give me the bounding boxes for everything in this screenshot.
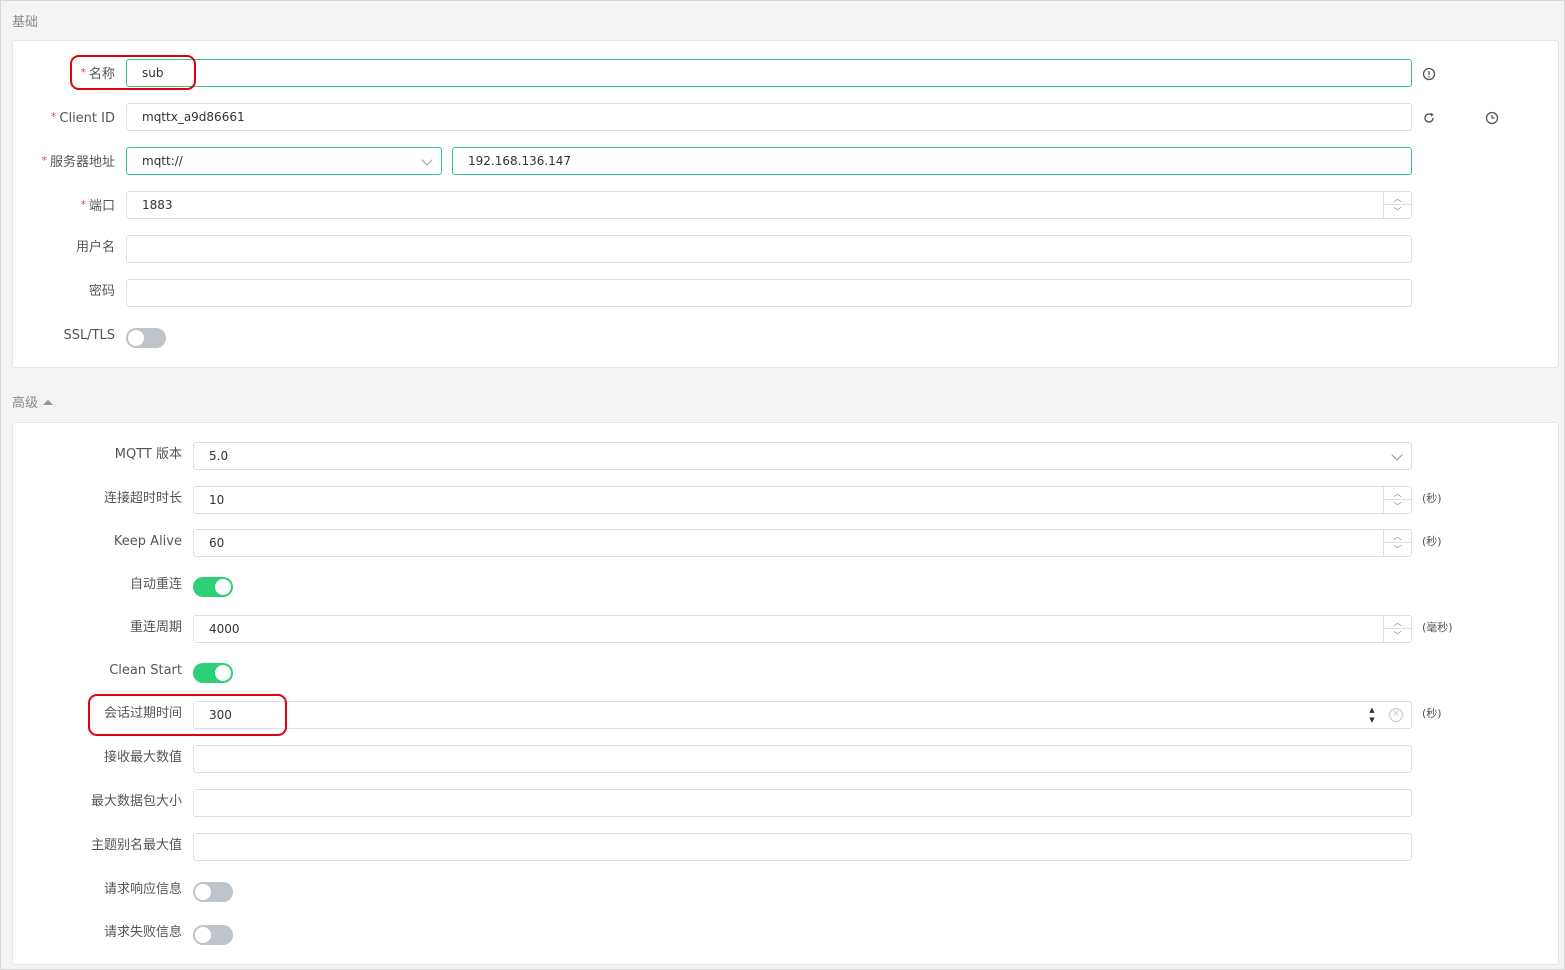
session-expiry-stepper[interactable]: ▲ ▼ [1367, 705, 1377, 727]
port-stepper[interactable]: ︿ ﹀ [1383, 192, 1411, 218]
request-problem-info-toggle[interactable] [193, 925, 233, 945]
password-label: 密码 [88, 284, 115, 299]
connect-timeout-stepper[interactable]: ︿ ﹀ [1383, 487, 1411, 513]
topic-alias-max-input[interactable] [193, 833, 1412, 861]
mqtt-version-label: MQTT 版本 [114, 447, 182, 462]
keep-alive-label: Keep Alive [113, 534, 182, 549]
auto-reconnect-toggle[interactable] [193, 577, 233, 597]
connection-settings-panel: 基础 * 名称 sub * Client ID mqttx_a9d86661 * 服务… [0, 0, 1565, 970]
request-response-info-toggle[interactable] [193, 882, 233, 902]
section-advanced-title[interactable]: 高级 [12, 392, 54, 411]
stepper-down-icon[interactable]: ﹀ [1384, 543, 1411, 556]
max-packet-size-label: 最大数据包大小 [90, 794, 182, 809]
reconnect-period-label: 重连周期 [129, 620, 182, 635]
clock-icon[interactable] [1485, 110, 1499, 129]
ssl-toggle[interactable] [126, 328, 166, 348]
stepper-down-icon[interactable]: ﹀ [1384, 629, 1411, 642]
highlight-name [70, 55, 196, 90]
section-basic-title: 基础 [12, 15, 39, 30]
clear-icon[interactable]: × [1389, 708, 1403, 722]
keep-alive-unit: (秒) [1422, 535, 1442, 548]
stepper-up-icon[interactable]: ︿ [1384, 487, 1411, 500]
name-input[interactable]: sub [126, 59, 1412, 87]
receive-maximum-input[interactable] [193, 745, 1412, 773]
keep-alive-stepper[interactable]: ︿ ﹀ [1383, 530, 1411, 556]
session-expiry-unit: (秒) [1422, 707, 1442, 720]
port-input[interactable]: 1883 ︿ ﹀ [126, 191, 1412, 219]
mqtt-version-select[interactable]: 5.0 [193, 442, 1412, 470]
stepper-up-icon[interactable]: ︿ [1384, 616, 1411, 629]
topic-alias-max-label: 主题别名最大值 [90, 838, 182, 853]
refresh-icon[interactable] [1422, 110, 1436, 129]
caret-up-icon [43, 399, 54, 405]
stepper-up-icon[interactable]: ︿ [1384, 530, 1411, 543]
keep-alive-input[interactable]: 60 ︿ ﹀ [193, 529, 1412, 557]
chevron-down-icon [1391, 449, 1403, 461]
protocol-select[interactable]: mqtt:// [126, 147, 442, 175]
stepper-up-icon[interactable]: ︿ [1384, 192, 1411, 205]
connect-timeout-label: 连接超时时长 [103, 491, 182, 506]
chevron-down-icon [421, 154, 433, 166]
host-input[interactable]: 192.168.136.147 [452, 147, 1412, 175]
connect-timeout-unit: (秒) [1422, 492, 1442, 505]
auto-reconnect-label: 自动重连 [129, 577, 182, 592]
stepper-down-icon[interactable]: ﹀ [1384, 205, 1411, 218]
client-id-input[interactable]: mqttx_a9d86661 [126, 103, 1412, 131]
max-packet-size-input[interactable] [193, 789, 1412, 817]
connect-timeout-input[interactable]: 10 ︿ ﹀ [193, 486, 1412, 514]
request-problem-info-label: 请求失败信息 [103, 925, 182, 940]
username-input[interactable] [126, 235, 1412, 263]
request-response-info-label: 请求响应信息 [103, 882, 182, 897]
clean-start-label: Clean Start [109, 663, 182, 678]
reconnect-period-unit: (毫秒) [1422, 621, 1453, 634]
clean-start-toggle[interactable] [193, 663, 233, 683]
port-label: * 端口 [80, 198, 115, 214]
info-icon[interactable] [1422, 66, 1436, 85]
highlight-session-expiry [88, 694, 287, 736]
session-expiry-input[interactable]: 300 ▲ ▼ × [193, 701, 1412, 729]
stepper-down-icon[interactable]: ﹀ [1384, 500, 1411, 513]
client-id-label: * Client ID [50, 110, 115, 126]
username-label: 用户名 [75, 240, 115, 255]
reconnect-period-stepper[interactable]: ︿ ﹀ [1383, 616, 1411, 642]
server-label: * 服务器地址 [41, 154, 115, 170]
receive-maximum-label: 接收最大数值 [103, 750, 182, 765]
reconnect-period-input[interactable]: 4000 ︿ ﹀ [193, 615, 1412, 643]
ssl-label: SSL/TLS [63, 328, 115, 343]
password-input[interactable] [126, 279, 1412, 307]
